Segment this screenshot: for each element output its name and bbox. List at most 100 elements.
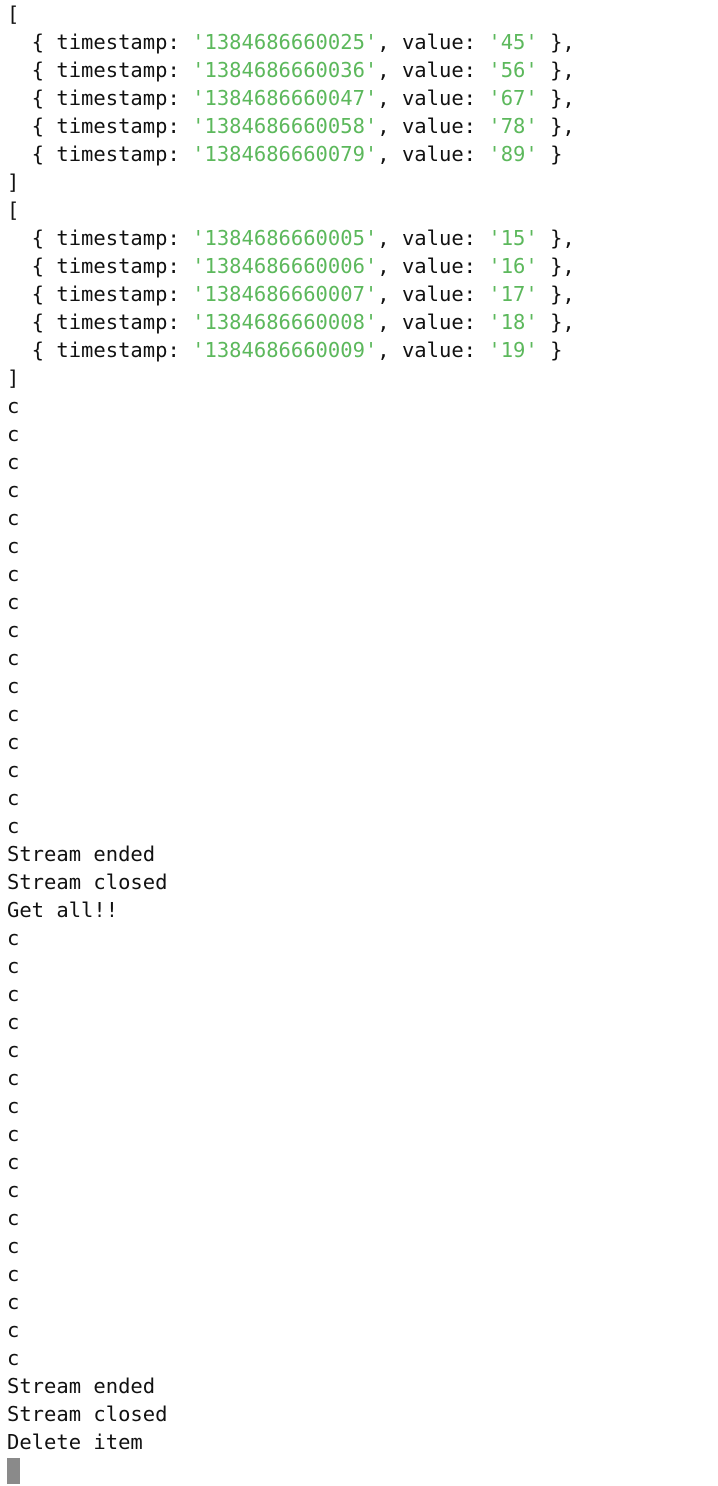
terminal-line: c <box>7 672 712 700</box>
string-literal: '1384686660008' <box>192 310 378 334</box>
terminal-line: c <box>7 588 712 616</box>
string-literal: '1384686660006' <box>192 254 378 278</box>
output-text: Stream closed <box>7 870 168 894</box>
string-literal: '1384686660005' <box>192 226 378 250</box>
output-text: c <box>7 758 20 782</box>
terminal-line: Get all!! <box>7 896 712 924</box>
output-text: }, <box>537 226 575 250</box>
output-text: , value: <box>377 30 489 54</box>
terminal-line: c <box>7 1204 712 1232</box>
terminal-line: c <box>7 700 712 728</box>
output-text: { timestamp: <box>7 226 193 250</box>
terminal-line: c <box>7 1120 712 1148</box>
output-text: , value: <box>377 86 489 110</box>
terminal-line: { timestamp: '1384686660058', value: '78… <box>7 112 712 140</box>
terminal-window[interactable]: [ { timestamp: '1384686660025', value: '… <box>0 0 718 1486</box>
output-text: c <box>7 1150 20 1174</box>
terminal-line: { timestamp: '1384686660006', value: '16… <box>7 252 712 280</box>
string-literal: '45' <box>488 30 538 54</box>
output-text: c <box>7 590 20 614</box>
output-text: c <box>7 1066 20 1090</box>
terminal-line: Stream ended <box>7 1372 712 1400</box>
output-text: }, <box>537 282 575 306</box>
output-text: c <box>7 1010 20 1034</box>
output-text: ] <box>7 170 20 194</box>
output-text: { timestamp: <box>7 86 193 110</box>
output-text: ] <box>7 366 20 390</box>
string-literal: '17' <box>488 282 538 306</box>
output-text: c <box>7 394 20 418</box>
output-text: c <box>7 422 20 446</box>
terminal-line: ] <box>7 168 712 196</box>
output-text: c <box>7 786 20 810</box>
output-text: }, <box>537 30 575 54</box>
terminal-line: c <box>7 980 712 1008</box>
output-text: , value: <box>377 58 489 82</box>
output-text: c <box>7 1094 20 1118</box>
terminal-line: c <box>7 1008 712 1036</box>
terminal-line: c <box>7 476 712 504</box>
string-literal: '1384686660009' <box>192 338 378 362</box>
output-text: }, <box>537 58 575 82</box>
terminal-line: { timestamp: '1384686660005', value: '15… <box>7 224 712 252</box>
output-text: Get all!! <box>7 898 119 922</box>
terminal-line: c <box>7 812 712 840</box>
output-text: c <box>7 814 20 838</box>
output-text: c <box>7 506 20 530</box>
terminal-line: c <box>7 952 712 980</box>
output-text: c <box>7 982 20 1006</box>
output-text: c <box>7 730 20 754</box>
terminal-line: c <box>7 756 712 784</box>
string-literal: '78' <box>488 114 538 138</box>
terminal-line: { timestamp: '1384686660036', value: '56… <box>7 56 712 84</box>
output-text: { timestamp: <box>7 282 193 306</box>
output-text: , value: <box>377 254 489 278</box>
terminal-line: c <box>7 1036 712 1064</box>
terminal-line: c <box>7 1232 712 1260</box>
terminal-line: c <box>7 560 712 588</box>
terminal-line: c <box>7 1092 712 1120</box>
output-text: , value: <box>377 142 489 166</box>
terminal-line: c <box>7 392 712 420</box>
output-text: c <box>7 1234 20 1258</box>
output-text: { timestamp: <box>7 254 193 278</box>
string-literal: '56' <box>488 58 538 82</box>
string-literal: '1384686660047' <box>192 86 378 110</box>
output-text: [ <box>7 198 20 222</box>
output-text: [ <box>7 2 20 26</box>
output-text: c <box>7 1122 20 1146</box>
terminal-line: c <box>7 448 712 476</box>
string-literal: '15' <box>488 226 538 250</box>
output-text: c <box>7 702 20 726</box>
terminal-line: Delete item <box>7 1428 712 1456</box>
string-literal: '1384686660007' <box>192 282 378 306</box>
terminal-line: Stream closed <box>7 1400 712 1428</box>
terminal-cursor[interactable] <box>7 1458 20 1484</box>
output-text: } <box>537 338 563 362</box>
output-text: Stream ended <box>7 842 156 866</box>
output-text: { timestamp: <box>7 114 193 138</box>
string-literal: '89' <box>488 142 538 166</box>
string-literal: '1384686660058' <box>192 114 378 138</box>
terminal-output: [ { timestamp: '1384686660025', value: '… <box>7 0 712 1456</box>
output-text: }, <box>537 86 575 110</box>
terminal-line: c <box>7 1148 712 1176</box>
output-text: { timestamp: <box>7 142 193 166</box>
output-text: c <box>7 926 20 950</box>
terminal-line: c <box>7 420 712 448</box>
terminal-line: c <box>7 532 712 560</box>
output-text: { timestamp: <box>7 58 193 82</box>
string-literal: '1384686660025' <box>192 30 378 54</box>
output-text: { timestamp: <box>7 338 193 362</box>
output-text: c <box>7 1038 20 1062</box>
output-text: , value: <box>377 282 489 306</box>
output-text: Stream closed <box>7 1402 168 1426</box>
terminal-line: [ <box>7 196 712 224</box>
output-text: c <box>7 1290 20 1314</box>
terminal-line: [ <box>7 0 712 28</box>
terminal-line: { timestamp: '1384686660047', value: '67… <box>7 84 712 112</box>
output-text: Stream ended <box>7 1374 156 1398</box>
output-text: c <box>7 478 20 502</box>
output-text: , value: <box>377 114 489 138</box>
output-text: { timestamp: <box>7 310 193 334</box>
